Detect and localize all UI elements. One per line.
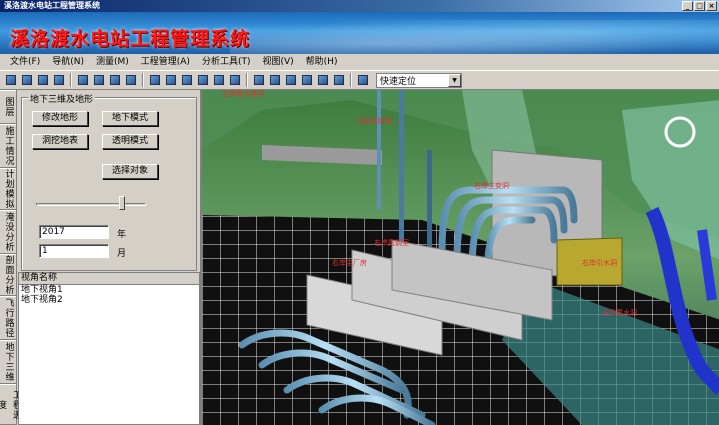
window-titlebar: 溪洛渡水电站工程管理系统 _ □ × bbox=[0, 0, 719, 12]
menu-project-management[interactable]: 工程管理(A) bbox=[135, 54, 196, 70]
settings-icon[interactable] bbox=[300, 73, 314, 87]
control-panel: 地下三维及地形 修改地形 地下模式 洞挖地表 透明模式 选择对象 2017 年 … bbox=[18, 90, 200, 425]
quick-locate-value: 快速定位 bbox=[380, 76, 417, 87]
tab-underground-3d[interactable]: 地下三维 bbox=[0, 340, 16, 384]
vertical-shaft bbox=[377, 90, 381, 210]
menu-view[interactable]: 视图(V) bbox=[256, 54, 299, 70]
toolbar-separator bbox=[246, 73, 248, 87]
print-icon[interactable] bbox=[268, 73, 282, 87]
select-icon[interactable] bbox=[124, 73, 138, 87]
label-tailrace-tunnel: 右岸尾水洞 bbox=[602, 308, 637, 317]
time-slider-track[interactable] bbox=[36, 203, 146, 206]
quick-locate-dropdown[interactable]: 快速定位 ▼ bbox=[376, 72, 462, 88]
home-icon[interactable] bbox=[316, 73, 330, 87]
minimize-button[interactable]: _ bbox=[682, 1, 693, 11]
banner-title: 溪洛渡水电站工程管理系统 bbox=[10, 28, 251, 50]
side-tabs: 图层 施工情况 计划模拟 淹没分析 剖面分析 飞行路径 地下三维 工程进度 bbox=[0, 90, 21, 425]
toolbar: 快速定位 ▼ bbox=[0, 70, 719, 90]
maximize-button[interactable]: □ bbox=[694, 1, 705, 11]
terrain-icon[interactable] bbox=[180, 73, 194, 87]
view-list[interactable]: 视角名称 地下视角1 地下视角2 bbox=[18, 272, 200, 425]
year-field[interactable]: 2017 bbox=[39, 225, 109, 239]
label-transformer-cavern: 右岸主变洞 bbox=[474, 181, 509, 190]
pan-icon[interactable] bbox=[76, 73, 90, 87]
menu-navigate[interactable]: 导航(N) bbox=[46, 54, 90, 70]
label-outlet-tunnel: 右岸出线洞 bbox=[357, 116, 392, 125]
view-list-header: 视角名称 bbox=[19, 273, 199, 285]
zoom-out-icon[interactable] bbox=[52, 73, 66, 87]
underground-terrain-group: 地下三维及地形 修改地形 地下模式 洞挖地表 透明模式 选择对象 2017 年 … bbox=[21, 92, 197, 271]
time-slider-thumb[interactable] bbox=[118, 196, 125, 210]
underground-mode-button[interactable]: 地下模式 bbox=[102, 111, 158, 126]
year-label: 年 bbox=[117, 230, 127, 240]
tab-flight-path[interactable]: 飞行路径 bbox=[0, 296, 16, 340]
menu-help[interactable]: 帮助(H) bbox=[300, 54, 344, 70]
modify-terrain-button[interactable]: 修改地形 bbox=[32, 111, 88, 126]
menu-analysis-tools[interactable]: 分析工具(T) bbox=[196, 54, 257, 70]
transparent-mode-button[interactable]: 透明模式 bbox=[102, 134, 158, 149]
tab-construction[interactable]: 施工情况 bbox=[0, 124, 16, 168]
rotate-icon[interactable] bbox=[92, 73, 106, 87]
window-controls: _ □ × bbox=[682, 1, 717, 11]
section-icon[interactable] bbox=[196, 73, 210, 87]
chevron-down-icon[interactable]: ▼ bbox=[448, 73, 461, 87]
toolbar-separator bbox=[142, 73, 144, 87]
label-intake-tunnel: 右岸引水洞 bbox=[582, 258, 617, 267]
list-item[interactable]: 地下视角1 bbox=[19, 285, 199, 295]
info-icon[interactable] bbox=[332, 73, 346, 87]
toolbar-separator bbox=[70, 73, 72, 87]
label-tailrace-shaft: 右岸尾水隧洞 bbox=[222, 90, 264, 98]
window-title: 溪洛渡水电站工程管理系统 bbox=[4, 1, 100, 10]
measure-icon[interactable] bbox=[108, 73, 122, 87]
zoom-in-icon[interactable] bbox=[36, 73, 50, 87]
tab-section-analysis[interactable]: 剖面分析 bbox=[0, 254, 16, 296]
tab-plan-simulation[interactable]: 计划模拟 bbox=[0, 168, 16, 210]
export-icon[interactable] bbox=[284, 73, 298, 87]
fly-icon[interactable] bbox=[148, 73, 162, 87]
label-main-powerhouse: 右岸主厂房 bbox=[332, 258, 367, 267]
month-field[interactable]: 1 bbox=[39, 244, 109, 258]
list-item[interactable]: 地下视角2 bbox=[19, 295, 199, 305]
image-icon[interactable] bbox=[252, 73, 266, 87]
toolbar-separator bbox=[350, 73, 352, 87]
underground-icon[interactable] bbox=[228, 73, 242, 87]
tab-flood-analysis[interactable]: 淹没分析 bbox=[0, 210, 16, 254]
dig-terrain-button[interactable]: 洞挖地表 bbox=[32, 134, 88, 149]
menu-bar: 文件(F) 导航(N) 测量(M) 工程管理(A) 分析工具(T) 视图(V) … bbox=[0, 54, 719, 70]
layer-icon[interactable] bbox=[164, 73, 178, 87]
close-button[interactable]: × bbox=[706, 1, 717, 11]
app-banner: 溪洛渡水电站工程管理系统 bbox=[0, 12, 719, 54]
group-title: 地下三维及地形 bbox=[28, 92, 96, 105]
open-icon[interactable] bbox=[4, 73, 18, 87]
banner-decoration bbox=[230, 20, 719, 54]
menu-file[interactable]: 文件(F) bbox=[4, 54, 46, 70]
select-object-button[interactable]: 选择对象 bbox=[102, 164, 158, 179]
3d-viewport[interactable]: 右岸出线洞 右岸主变洞 右岸尾调室 右岸主厂房 右岸引水洞 右岸尾水洞 右岸尾水… bbox=[200, 90, 719, 425]
save-icon[interactable] bbox=[20, 73, 34, 87]
flood-icon[interactable] bbox=[212, 73, 226, 87]
month-label: 月 bbox=[117, 249, 127, 259]
tab-project-progress[interactable]: 工程进度 bbox=[0, 384, 21, 425]
menu-measure[interactable]: 测量(M) bbox=[90, 54, 135, 70]
label-surge-chamber: 右岸尾调室 bbox=[374, 238, 409, 247]
tab-layers[interactable]: 图层 bbox=[0, 90, 16, 124]
3d-scene[interactable]: 右岸出线洞 右岸主变洞 右岸尾调室 右岸主厂房 右岸引水洞 右岸尾水洞 右岸尾水… bbox=[202, 90, 719, 425]
locate-icon[interactable] bbox=[356, 73, 370, 87]
